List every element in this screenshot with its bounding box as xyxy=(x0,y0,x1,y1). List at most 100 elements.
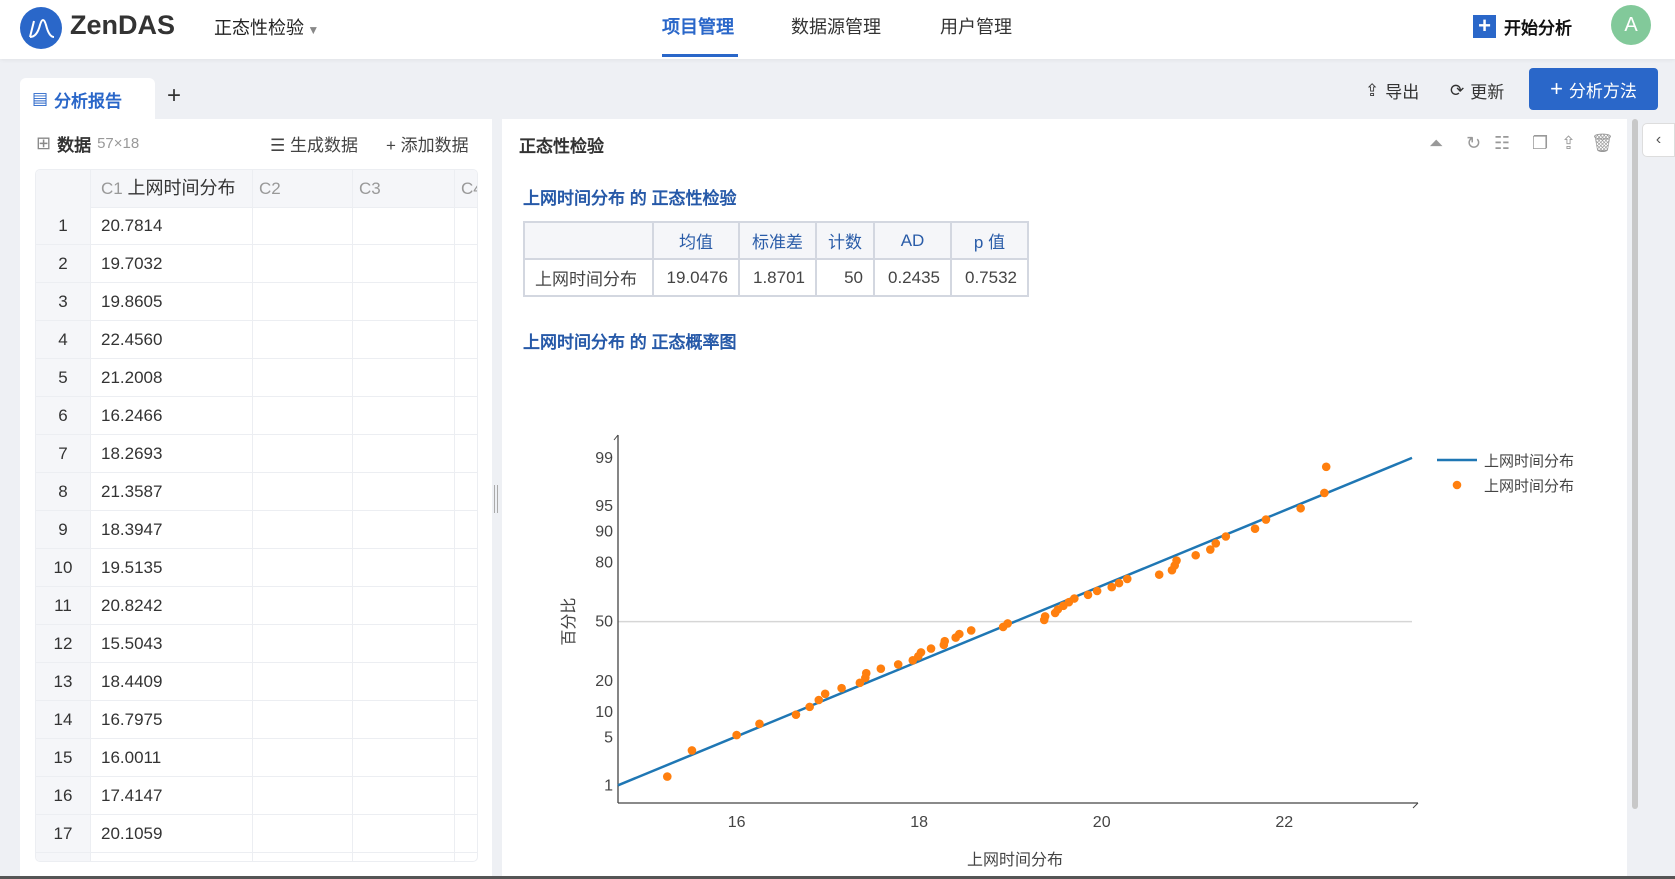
cell-c2[interactable] xyxy=(253,359,353,396)
section-normality-test-title: 上网时间分布 的 正态性检验 xyxy=(523,189,737,208)
nav-user-management[interactable]: 用户管理 xyxy=(940,13,1012,39)
cell-c4[interactable] xyxy=(455,283,477,320)
cell-c4[interactable] xyxy=(455,663,477,700)
cell-c3[interactable] xyxy=(353,473,455,510)
cell-c1[interactable]: 15.5043 xyxy=(91,625,253,662)
cell-c1[interactable]: 18.4409 xyxy=(91,663,253,700)
cell-c1[interactable]: 20.8242 xyxy=(91,587,253,624)
cell-c1[interactable]: 16.0011 xyxy=(91,739,253,776)
tab-analysis-report[interactable]: ▤ 分析报告 xyxy=(20,78,155,120)
cell-c2[interactable] xyxy=(253,739,353,776)
cell-c4[interactable] xyxy=(455,245,477,282)
add-method-button[interactable]: + 分析方法 xyxy=(1529,68,1658,110)
row-number: 13 xyxy=(36,663,91,700)
cell-c2[interactable] xyxy=(253,701,353,738)
cell-c3[interactable] xyxy=(353,397,455,434)
cell-c4[interactable] xyxy=(455,815,477,852)
cell-c3[interactable] xyxy=(353,511,455,548)
refresh-button[interactable]: ⟳ 更新 xyxy=(1450,78,1504,103)
column-header-c4[interactable]: C4 xyxy=(455,170,477,207)
nav-datasource-management[interactable]: 数据源管理 xyxy=(791,13,881,39)
cell-c4[interactable] xyxy=(455,625,477,662)
cell-c2[interactable] xyxy=(253,397,353,434)
cell-c1[interactable]: 18.3947 xyxy=(91,511,253,548)
cell-c1[interactable]: 19.7032 xyxy=(91,245,253,282)
settings-sliders-icon[interactable]: ☷ xyxy=(1494,133,1510,154)
cell-c2[interactable] xyxy=(253,321,353,358)
cell-c2[interactable] xyxy=(253,207,353,244)
cell-c2[interactable] xyxy=(253,625,353,662)
cell-c2[interactable] xyxy=(253,663,353,700)
cell-c4[interactable] xyxy=(455,701,477,738)
cell-c4[interactable] xyxy=(455,587,477,624)
cell-c1[interactable]: 16.7975 xyxy=(91,701,253,738)
cell-c1[interactable]: 20.1059 xyxy=(91,815,253,852)
cell-c3[interactable] xyxy=(353,207,455,244)
cell-c3[interactable] xyxy=(353,359,455,396)
cell-c2[interactable] xyxy=(253,511,353,548)
cell-c1[interactable]: 18.2693 xyxy=(91,435,253,472)
cell-c3[interactable] xyxy=(353,739,455,776)
cell-c3[interactable] xyxy=(353,625,455,662)
avatar[interactable]: A xyxy=(1611,5,1651,45)
cell-c4[interactable] xyxy=(455,473,477,510)
cell-c2[interactable] xyxy=(253,777,353,814)
add-tab-button[interactable]: + xyxy=(167,82,181,110)
project-dropdown[interactable]: 正态性检验 ▼ xyxy=(214,14,319,40)
cell-c1[interactable]: 21.2008 xyxy=(91,359,253,396)
cell-c4[interactable] xyxy=(455,435,477,472)
cell-c1[interactable]: 21.3587 xyxy=(91,473,253,510)
cell-c3[interactable] xyxy=(353,777,455,814)
section-probability-plot-title: 上网时间分布 的 正态概率图 xyxy=(523,333,737,352)
cell-c1[interactable]: 16.2466 xyxy=(91,397,253,434)
collapse-panel-button[interactable]: ‹ xyxy=(1642,123,1675,157)
export-icon: ⇪ xyxy=(1365,80,1380,100)
generate-data-button[interactable]: ☰ 生成数据 xyxy=(270,131,358,156)
cell-c3[interactable] xyxy=(353,549,455,586)
cell-c1[interactable]: 19.5135 xyxy=(91,549,253,586)
cell-c3[interactable] xyxy=(353,815,455,852)
cell-c4[interactable] xyxy=(455,359,477,396)
cell-c1[interactable]: 19.8605 xyxy=(91,283,253,320)
cell-c1[interactable]: 22.4560 xyxy=(91,321,253,358)
delete-icon[interactable]: 🗑 xyxy=(1591,133,1614,154)
cell-c2[interactable] xyxy=(253,435,353,472)
share-icon[interactable]: ⇪ xyxy=(1561,133,1576,154)
reload-icon[interactable]: ↻ xyxy=(1466,133,1481,154)
cell-c4[interactable] xyxy=(455,511,477,548)
row-number: 14 xyxy=(36,701,91,738)
cell-c3[interactable] xyxy=(353,321,455,358)
cell-c3[interactable] xyxy=(353,283,455,320)
row-number: 1 xyxy=(36,207,91,244)
cell-c3[interactable] xyxy=(353,701,455,738)
cell-c2[interactable] xyxy=(253,283,353,320)
cell-c4[interactable] xyxy=(455,397,477,434)
cell-c1[interactable]: 20.7814 xyxy=(91,207,253,244)
cell-c2[interactable] xyxy=(253,473,353,510)
nav-project-management[interactable]: 项目管理 xyxy=(662,13,734,39)
cell-c3[interactable] xyxy=(353,435,455,472)
cell-c2[interactable] xyxy=(253,587,353,624)
cell-c4[interactable] xyxy=(455,777,477,814)
column-header-c3[interactable]: C3 xyxy=(353,170,455,207)
cell-c4[interactable] xyxy=(455,207,477,244)
add-data-button[interactable]: + 添加数据 xyxy=(386,131,469,156)
cell-c4[interactable] xyxy=(455,739,477,776)
cell-c4[interactable] xyxy=(455,549,477,586)
scrollbar[interactable] xyxy=(1632,119,1638,809)
column-header-c2[interactable]: C2 xyxy=(253,170,353,207)
collapse-up-icon[interactable]: ⏶ xyxy=(1429,133,1443,154)
start-analysis-button[interactable]: + 开始分析 xyxy=(1473,14,1572,39)
cell-c3[interactable] xyxy=(353,663,455,700)
column-header-c1[interactable]: C1 上网时间分布 xyxy=(91,170,253,207)
cell-c2[interactable] xyxy=(253,245,353,282)
cell-c4[interactable] xyxy=(455,321,477,358)
cell-c2[interactable] xyxy=(253,815,353,852)
copy-icon[interactable]: ❐ xyxy=(1532,133,1548,154)
cell-c2[interactable] xyxy=(253,549,353,586)
panel-resize-handle[interactable] xyxy=(494,485,498,513)
cell-c3[interactable] xyxy=(353,245,455,282)
cell-c3[interactable] xyxy=(353,587,455,624)
export-button[interactable]: ⇪ 导出 xyxy=(1365,78,1419,103)
cell-c1[interactable]: 17.4147 xyxy=(91,777,253,814)
